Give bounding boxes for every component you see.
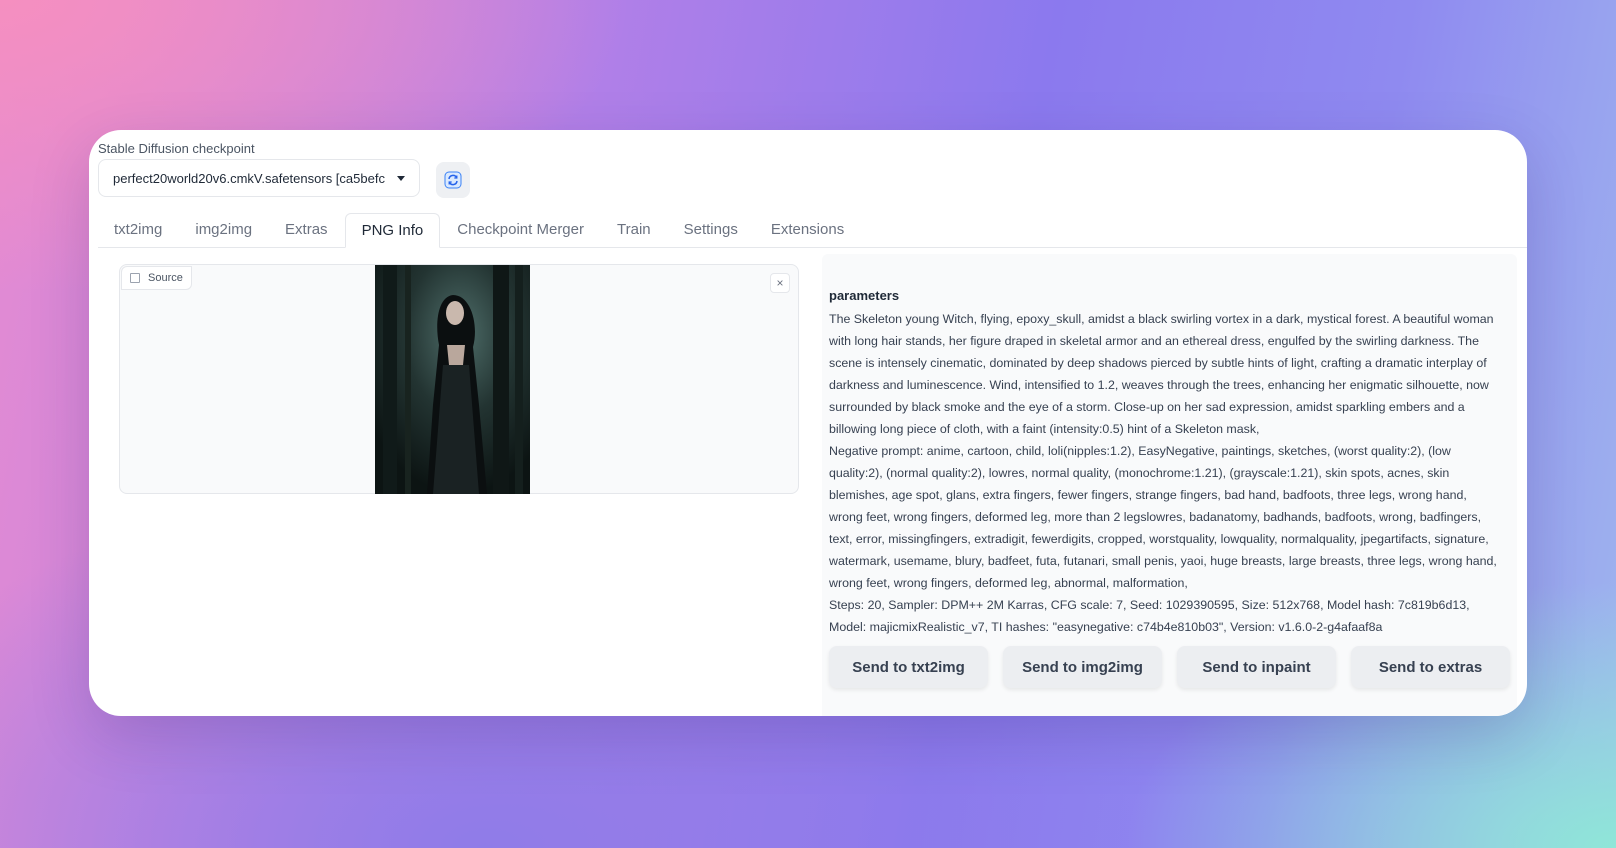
negative-prompt-text: Negative prompt: anime, cartoon, child, … xyxy=(829,444,1497,590)
checkpoint-value: perfect20world20v6.cmkV.safetensors [ca5… xyxy=(113,170,385,186)
tab-settings[interactable]: Settings xyxy=(668,213,754,247)
chevron-down-icon xyxy=(397,175,405,181)
prompt-text: The Skeleton young Witch, flying, epoxy_… xyxy=(829,312,1494,436)
refresh-icon xyxy=(444,171,462,189)
tab-png-info[interactable]: PNG Info xyxy=(344,213,441,248)
tab-txt2img[interactable]: txt2img xyxy=(98,213,178,247)
tab-img2img[interactable]: img2img xyxy=(179,213,268,247)
send-to-img2img-button[interactable]: Send to img2img xyxy=(1003,646,1162,688)
checkpoint-label: Stable Diffusion checkpoint xyxy=(98,141,255,156)
tab-extensions[interactable]: Extensions xyxy=(755,213,860,247)
send-to-inpaint-button[interactable]: Send to inpaint xyxy=(1177,646,1336,688)
parameters-text: The Skeleton young Witch, flying, epoxy_… xyxy=(829,308,1501,638)
parameters-panel: parameters The Skeleton young Witch, fly… xyxy=(822,254,1517,716)
image-icon xyxy=(130,273,140,283)
generation-settings-text: Steps: 20, Sampler: DPM++ 2M Karras, CFG… xyxy=(829,598,1470,634)
parameters-title: parameters xyxy=(829,288,900,303)
tab-extras[interactable]: Extras xyxy=(269,213,344,247)
tab-checkpoint-merger[interactable]: Checkpoint Merger xyxy=(441,213,600,247)
source-label: Source xyxy=(148,272,183,284)
clear-image-button[interactable]: × xyxy=(770,273,790,293)
source-image-panel[interactable]: Source × xyxy=(119,264,799,494)
send-to-txt2img-button[interactable]: Send to txt2img xyxy=(829,646,988,688)
source-image-preview xyxy=(375,265,530,494)
checkpoint-dropdown[interactable]: perfect20world20v6.cmkV.safetensors [ca5… xyxy=(98,159,420,197)
tab-bar: txt2img img2img Extras PNG Info Checkpoi… xyxy=(98,213,1527,248)
close-icon: × xyxy=(776,276,784,290)
tab-train[interactable]: Train xyxy=(601,213,667,247)
webui-window: Stable Diffusion checkpoint perfect20wor… xyxy=(89,130,1527,716)
send-buttons-row: Send to txt2img Send to img2img Send to … xyxy=(829,646,1510,688)
source-label-badge: Source xyxy=(121,266,192,290)
refresh-checkpoint-button[interactable] xyxy=(436,162,470,198)
send-to-extras-button[interactable]: Send to extras xyxy=(1351,646,1510,688)
